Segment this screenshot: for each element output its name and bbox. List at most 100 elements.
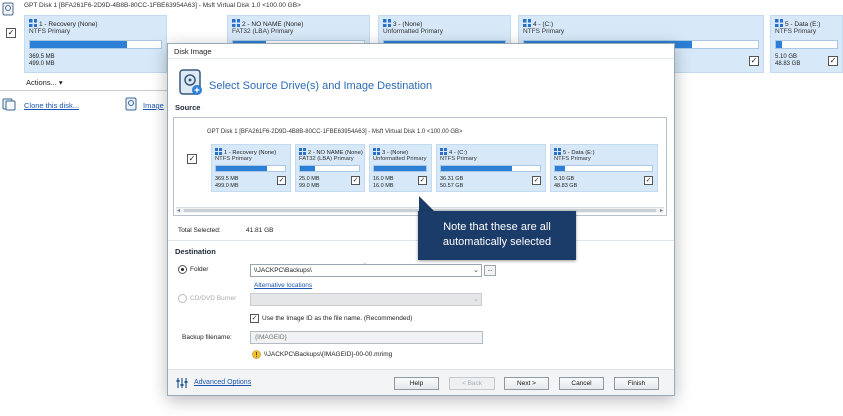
finish-button[interactable]: Finish	[614, 377, 659, 390]
partition-total: 499.0 MB	[29, 61, 55, 67]
usage-bar-fill	[216, 166, 268, 171]
next-button[interactable]: Next >	[504, 377, 549, 390]
usage-bar	[299, 165, 360, 172]
partition-checkbox[interactable]: ✓	[644, 176, 653, 185]
windows-icon	[299, 148, 306, 155]
partition-title: 2 - NO NAME (None)	[299, 148, 363, 156]
back-button[interactable]: < Back	[449, 377, 495, 390]
backup-path-preview: \\JACKPC\Backups\{IMAGEID}-00-00.mrimg	[264, 351, 393, 358]
backup-filename-field[interactable]: {IMAGEID}	[250, 331, 483, 344]
partition-checkbox[interactable]: ✓	[277, 176, 286, 185]
partition-type: NTFS Primary	[775, 28, 817, 35]
callout-pointer	[419, 196, 435, 212]
dialog-heading: Select Source Drive(s) and Image Destina…	[209, 80, 433, 92]
cd-dvd-label: CD/DVD Burner	[190, 295, 237, 302]
use-image-id-checkbox[interactable]: ✓	[250, 314, 259, 323]
partition-total: 16.0 MB	[373, 183, 394, 189]
partition-total: 499.0 MB	[215, 183, 239, 189]
windows-icon	[215, 148, 222, 155]
partition-used: 369.5 MB	[215, 176, 239, 182]
source-partition-recovery[interactable]: 1 - Recovery (None) NTFS Primary 369.5 M…	[211, 144, 291, 192]
usage-bar	[373, 165, 427, 172]
clone-disk-link[interactable]: Clone this disk...	[24, 101, 79, 110]
partition-used: 5.10 GB	[775, 54, 798, 60]
source-disk-checkbox[interactable]: ✓	[187, 154, 197, 164]
partition-checkbox[interactable]: ✓	[351, 176, 360, 185]
partition-checkbox[interactable]: ✓	[418, 176, 427, 185]
source-disk-header: GPT Disk 1 [BFA261F6-2D9D-4B8B-80CC-1FBE…	[207, 129, 463, 135]
cd-dvd-combo[interactable]: ⌄	[250, 293, 482, 306]
chevron-down-icon[interactable]: ⌄	[473, 265, 479, 276]
cd-dvd-radio[interactable]	[178, 294, 187, 303]
partition-recovery[interactable]: 1 - Recovery (None) NTFS Primary 369.5 M…	[24, 15, 167, 73]
source-partition-no-name[interactable]: 2 - NO NAME (None) FAT32 (LBA) Primary 2…	[295, 144, 365, 192]
usage-bar	[29, 40, 162, 49]
folder-path-combo[interactable]: \\JACKPC\Backups\ ⌄	[250, 264, 482, 277]
scroll-right-arrow-icon[interactable]: ▸	[660, 207, 663, 214]
warning-icon	[252, 350, 261, 359]
dialog-title: Disk Image	[174, 47, 212, 56]
usage-bar-fill	[374, 166, 426, 171]
partition-title: 5 - Data (E:)	[554, 148, 595, 156]
partition-type: FAT32 (LBA) Primary	[232, 28, 294, 35]
windows-icon	[523, 19, 531, 27]
partition-title: 1 - Recovery (None)	[29, 19, 98, 28]
partition-type: Unformatted Primary	[373, 156, 427, 162]
partition-checkbox[interactable]: ✓	[532, 176, 541, 185]
partition-title: 3 - (None)	[383, 19, 422, 28]
help-button[interactable]: Help	[394, 377, 439, 390]
partition-total: 48.83 GB	[775, 61, 801, 67]
source-partition-c[interactable]: 4 - (C:) NTFS Primary 36.31 GB 50.57 GB …	[436, 144, 546, 192]
destination-section-label: Destination	[175, 247, 216, 256]
partition-used: 36.31 GB	[440, 176, 464, 182]
clone-disk-icon	[2, 98, 16, 111]
advanced-options-link[interactable]: Advanced Options	[194, 379, 251, 386]
partition-used: 369.5 MB	[29, 54, 55, 60]
dialog-footer: Advanced Options Help < Back Next > Canc…	[168, 369, 674, 395]
disk-image-icon	[179, 69, 202, 95]
usage-bar-fill	[300, 166, 315, 171]
use-image-id-label: Use the Image ID as the file name. (Reco…	[262, 315, 413, 322]
disk-checkbox[interactable]: ✓	[6, 28, 16, 38]
alternative-locations-link[interactable]: Alternative locations	[254, 282, 312, 289]
usage-bar	[554, 165, 653, 172]
chevron-down-icon: ⌄	[473, 296, 479, 303]
folder-path-value: \\JACKPC\Backups\	[254, 267, 312, 274]
actions-menu[interactable]: Actions... ▾	[26, 78, 63, 87]
title-divider	[168, 58, 674, 59]
usage-bar-fill	[441, 166, 513, 171]
usage-bar	[775, 40, 838, 49]
partition-used: 16.0 MB	[373, 176, 394, 182]
folder-radio[interactable]	[178, 265, 187, 274]
windows-icon	[29, 19, 37, 27]
source-partition-data-e[interactable]: 5 - Data (E:) NTFS Primary 5.10 GB 48.83…	[550, 144, 658, 192]
partition-title: 1 - Recovery (None)	[215, 148, 276, 156]
partition-title: 3 - (None)	[373, 148, 408, 156]
image-disk-link[interactable]: Image	[143, 101, 164, 110]
windows-icon	[554, 148, 561, 155]
folder-label: Folder	[190, 266, 209, 273]
usage-bar-fill	[30, 41, 127, 48]
partition-total: 48.83 GB	[554, 183, 578, 189]
usage-bar	[440, 165, 541, 172]
partition-checkbox[interactable]: ✓	[828, 56, 838, 66]
partition-type: FAT32 (LBA) Primary	[299, 156, 354, 162]
partition-used: 5.10 GB	[554, 176, 575, 182]
browse-button[interactable]: ...	[484, 265, 496, 276]
backup-filename-label: Backup filename:	[182, 334, 232, 341]
scroll-left-arrow-icon[interactable]: ◂	[177, 207, 180, 214]
partition-data-e[interactable]: 5 - Data (E:) NTFS Primary 5.10 GB 48.83…	[770, 15, 843, 73]
partition-type: NTFS Primary	[554, 156, 591, 162]
source-partition-unformatted[interactable]: 3 - (None) Unformatted Primary 16.0 MB 1…	[369, 144, 432, 192]
sliders-icon[interactable]	[176, 377, 188, 389]
image-disk-icon	[125, 97, 137, 111]
usage-bar	[215, 165, 286, 172]
partition-type: NTFS Primary	[29, 28, 71, 35]
partition-title: 4 - (C:)	[440, 148, 467, 156]
partition-total: 99.0 MB	[299, 183, 320, 189]
partition-title: 5 - Data (E:)	[775, 19, 820, 28]
partition-checkbox[interactable]: ✓	[749, 56, 759, 66]
source-section-label: Source	[175, 103, 201, 112]
total-selected-value: 41.81 GB	[246, 227, 274, 234]
cancel-button[interactable]: Cancel	[559, 377, 604, 390]
